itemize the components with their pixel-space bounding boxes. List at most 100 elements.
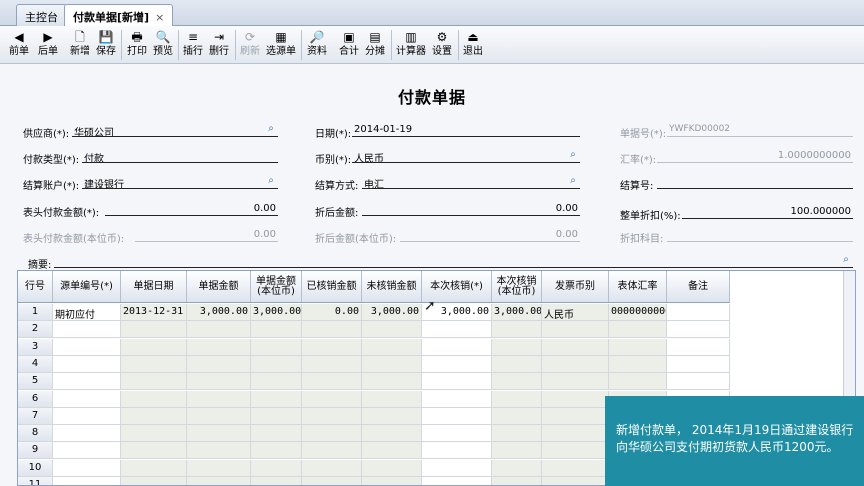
grid-cell[interactable]	[121, 355, 187, 372]
grid-cell[interactable]	[302, 425, 362, 442]
grid-cell[interactable]	[542, 407, 609, 424]
grid-cell[interactable]	[492, 338, 542, 355]
grid-cell[interactable]	[492, 355, 542, 372]
grid-cell[interactable]	[362, 390, 422, 407]
grid-cell[interactable]	[362, 355, 422, 372]
grid-cell[interactable]	[492, 442, 542, 459]
grid-cell[interactable]	[542, 425, 609, 442]
grid-cell[interactable]	[422, 407, 492, 424]
amount-input[interactable]: 0.00	[105, 202, 278, 216]
grid-cell[interactable]	[302, 321, 362, 338]
grid-cell[interactable]	[187, 477, 251, 485]
grid-cell[interactable]	[362, 338, 422, 355]
grid-cell[interactable]	[542, 373, 609, 390]
calculator-button[interactable]: ▥ 计算器	[394, 28, 428, 62]
grid-cell[interactable]	[121, 390, 187, 407]
grid-cell[interactable]	[422, 338, 492, 355]
grid-cell[interactable]	[492, 373, 542, 390]
grid-cell[interactable]	[251, 442, 302, 459]
grid-cell[interactable]	[53, 425, 121, 442]
settle-no-input[interactable]	[657, 175, 853, 189]
next-doc-button[interactable]: ▶ 后单	[34, 28, 62, 62]
grid-cell[interactable]	[422, 321, 492, 338]
grid-cell[interactable]	[187, 442, 251, 459]
grid-cell[interactable]: 3,000.00	[362, 304, 422, 320]
col-header[interactable]: 已核销金额	[302, 271, 362, 302]
grid-cell[interactable]	[542, 355, 609, 372]
data-button[interactable]: 🔎 资料	[305, 28, 329, 62]
grid-cell[interactable]	[121, 407, 187, 424]
close-icon[interactable]: ×	[155, 11, 164, 24]
grid-cell[interactable]: 3,000.00	[187, 304, 251, 320]
grid-cell[interactable]	[542, 390, 609, 407]
grid-cell[interactable]	[187, 390, 251, 407]
col-header[interactable]: 本次核销(本位币)	[492, 271, 542, 302]
grid-cell[interactable]	[251, 390, 302, 407]
grid-cell[interactable]	[121, 442, 187, 459]
insert-row-button[interactable]: ≡ 插行	[181, 28, 205, 62]
grid-cell[interactable]: 2013-12-31	[121, 304, 187, 320]
grid-cell[interactable]	[121, 477, 187, 485]
grid-cell[interactable]	[609, 321, 667, 338]
grid-cell[interactable]	[667, 304, 730, 320]
grid-cell[interactable]	[302, 459, 362, 476]
grid-cell[interactable]	[542, 442, 609, 459]
grid-cell[interactable]	[492, 477, 542, 485]
exit-button[interactable]: ⏏ 退出	[461, 28, 485, 62]
grid-cell[interactable]	[187, 425, 251, 442]
col-header[interactable]: 未核销金额	[362, 271, 422, 302]
settle-method-input[interactable]: 电汇	[362, 175, 580, 189]
grid-cell[interactable]	[422, 390, 492, 407]
grid-cell[interactable]	[121, 459, 187, 476]
paytype-input[interactable]: 付款	[82, 149, 278, 163]
grid-cell[interactable]	[187, 407, 251, 424]
grid-cell[interactable]	[667, 321, 730, 338]
table-row[interactable]: 5	[18, 373, 730, 391]
grid-cell[interactable]	[187, 373, 251, 390]
grid-cell[interactable]	[251, 355, 302, 372]
grid-cell[interactable]	[422, 459, 492, 476]
grid-cell[interactable]: 3,000.00	[251, 304, 302, 320]
grid-cell[interactable]	[422, 477, 492, 485]
grid-cell[interactable]	[121, 338, 187, 355]
print-button[interactable]: 🖶 打印	[125, 28, 149, 62]
col-header[interactable]: 备注	[667, 271, 730, 302]
grid-cell[interactable]	[302, 373, 362, 390]
col-header[interactable]: 行号	[18, 271, 53, 302]
grid-cell[interactable]: 期初应付	[53, 304, 121, 320]
grid-cell[interactable]	[53, 459, 121, 476]
grid-cell[interactable]: 3,000.00	[492, 304, 542, 320]
grid-cell[interactable]	[422, 373, 492, 390]
lookup-icon[interactable]: ⌕	[566, 149, 580, 162]
grid-cell[interactable]	[362, 442, 422, 459]
grid-cell[interactable]	[121, 425, 187, 442]
grid-cell[interactable]	[53, 321, 121, 338]
col-header[interactable]: 单据金额(本位币)	[251, 271, 302, 302]
prev-doc-button[interactable]: ◀ 前单	[6, 28, 32, 62]
allocate-button[interactable]: ▤ 分摊	[363, 28, 387, 62]
refresh-button[interactable]: ⟳ 刷新	[238, 28, 262, 62]
grid-cell[interactable]	[187, 459, 251, 476]
lookup-icon[interactable]: ⌕	[264, 175, 278, 188]
lookup-icon[interactable]: ⌕	[264, 123, 278, 136]
grid-cell[interactable]	[302, 338, 362, 355]
grid-cell[interactable]	[121, 321, 187, 338]
grid-cell[interactable]	[302, 477, 362, 485]
preview-button[interactable]: 🔍 预览	[151, 28, 175, 62]
date-input[interactable]: 2014-01-19	[352, 123, 580, 137]
grid-cell[interactable]	[362, 459, 422, 476]
grid-cell[interactable]	[667, 355, 730, 372]
grid-cell[interactable]	[251, 321, 302, 338]
grid-cell[interactable]	[362, 407, 422, 424]
col-header[interactable]: 表体汇率	[609, 271, 667, 302]
tab-payment-new[interactable]: 付款单据[新增] ×	[64, 4, 174, 27]
col-header[interactable]: 源单编号(*)	[53, 271, 121, 302]
grid-cell[interactable]	[187, 338, 251, 355]
grid-cell[interactable]	[53, 407, 121, 424]
grid-cell[interactable]	[302, 355, 362, 372]
grid-cell[interactable]	[422, 355, 492, 372]
supplier-input[interactable]: 华硕公司	[72, 123, 278, 137]
col-header[interactable]: 单据日期	[121, 271, 187, 302]
grid-cell[interactable]	[542, 459, 609, 476]
grid-cell[interactable]	[53, 477, 121, 485]
